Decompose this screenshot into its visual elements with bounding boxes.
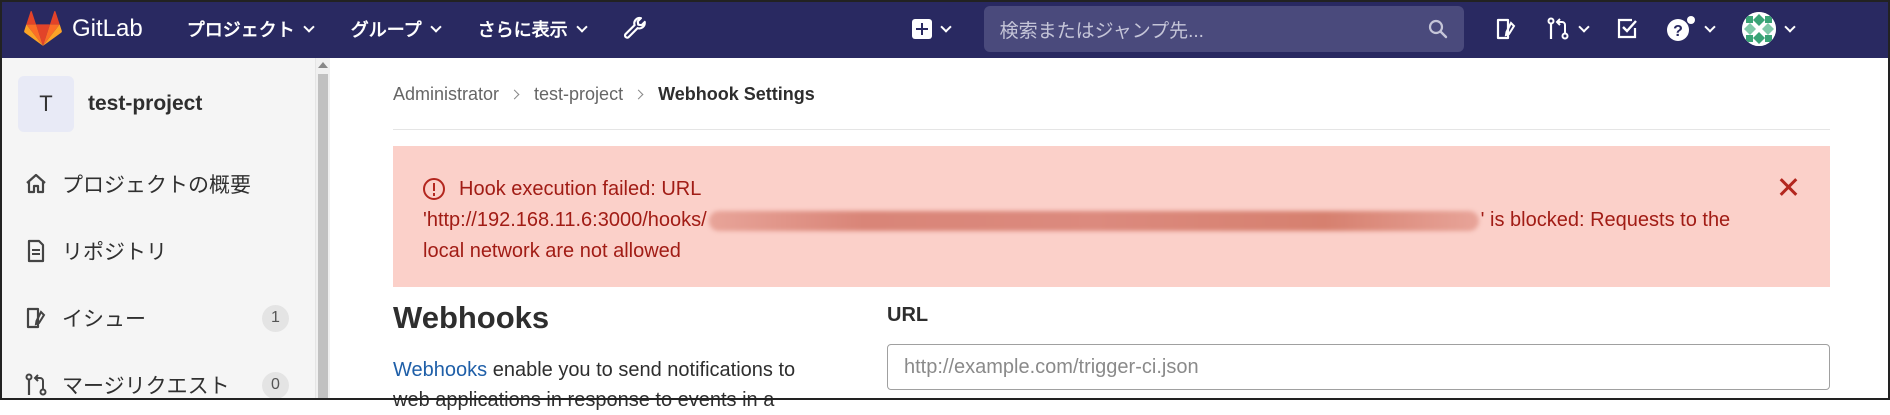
merge-requests-count-badge: 0 [262, 371, 289, 399]
merge-request-icon [25, 373, 47, 396]
top-navbar: GitLab プロジェクト グループ さらに表示 検索またはジャンプ先... ? [0, 0, 1890, 58]
help-dropdown[interactable]: ? [1666, 16, 1716, 42]
alert-url-prefix: 'http://192.168.11.6:3000/hooks/ [423, 209, 707, 231]
new-item-dropdown[interactable] [911, 19, 952, 39]
breadcrumb-item-current[interactable]: Webhook Settings [658, 84, 815, 105]
url-field-label: URL [887, 304, 929, 326]
wrench-icon [623, 16, 646, 39]
chevron-down-icon [575, 20, 588, 33]
issues-shortcut-button[interactable] [1494, 17, 1518, 41]
sidebar-item-project-overview[interactable]: プロジェクトの概要 [24, 169, 251, 199]
issues-icon [26, 307, 46, 329]
sidebar-item-issues[interactable]: イシュー 1 [24, 303, 316, 333]
gitlab-logo[interactable]: GitLab [24, 11, 143, 47]
scroll-up-arrow-icon[interactable] [318, 62, 328, 68]
nav-groups-dropdown[interactable]: グループ [350, 16, 442, 42]
alert-line1: Hook execution failed: URL [459, 178, 702, 200]
chevron-down-icon [1577, 20, 1590, 33]
chevron-down-icon [429, 20, 442, 33]
project-name: test-project [88, 92, 203, 115]
sidebar-project-header[interactable]: T test-project [0, 58, 315, 132]
breadcrumb-item-namespace[interactable]: Administrator [393, 84, 499, 105]
admin-area-button[interactable] [622, 16, 648, 42]
sidebar-item-label: リポジトリ [62, 241, 167, 264]
search-input[interactable]: 検索またはジャンプ先... [1000, 16, 1428, 43]
webhooks-heading: Webhooks [393, 300, 550, 335]
chevron-right-icon [633, 89, 644, 100]
nav-more-label: さらに表示 [477, 20, 568, 40]
url-input[interactable] [887, 344, 1830, 390]
chevron-down-icon [1783, 20, 1796, 33]
error-alert: Hook execution failed: URL 'http://192.1… [393, 146, 1830, 287]
help-question-icon: ? [1666, 16, 1695, 41]
nav-projects-dropdown[interactable]: プロジェクト [186, 16, 315, 42]
todo-checklist-icon [1617, 18, 1637, 39]
webhooks-doc-link[interactable]: Webhooks [393, 359, 487, 381]
chevron-down-icon [303, 20, 315, 33]
search-icon [1428, 19, 1447, 39]
document-icon [27, 239, 45, 263]
issues-count-badge: 1 [262, 304, 289, 332]
merge-request-icon [1547, 17, 1569, 40]
redacted-token [708, 210, 1479, 231]
nav-more-dropdown[interactable]: さらに表示 [477, 16, 588, 42]
breadcrumb: Administrator test-project Webhook Setti… [393, 84, 815, 105]
merge-requests-dropdown[interactable] [1546, 16, 1590, 42]
sidebar-item-label: イシュー [62, 308, 146, 331]
webhooks-description: Webhooks enable you to send notification… [393, 355, 833, 415]
gitlab-tanuki-icon [24, 11, 62, 46]
alert-message: Hook execution failed: URL 'http://192.1… [423, 174, 1753, 267]
sidebar-item-label: プロジェクトの概要 [62, 174, 251, 197]
plus-square-icon [911, 19, 932, 39]
sidebar-scrollbar-thumb[interactable] [318, 74, 328, 400]
chevron-down-icon [1703, 20, 1716, 33]
sidebar-item-repository[interactable]: リポジトリ [24, 236, 167, 266]
sidebar-item-label: マージリクエスト [62, 375, 230, 398]
user-menu-dropdown[interactable] [1741, 12, 1796, 46]
chevron-right-icon [509, 89, 520, 100]
issues-icon [1496, 18, 1515, 40]
close-icon[interactable] [1777, 176, 1799, 198]
user-avatar [1741, 12, 1776, 46]
breadcrumb-divider [393, 129, 1830, 130]
project-sidebar: T test-project プロジェクトの概要 リポジトリ イシュー 1 マー… [0, 58, 316, 400]
sidebar-item-merge-requests[interactable]: マージリクエスト 0 [24, 370, 316, 400]
app-name: GitLab [72, 15, 143, 42]
todos-button[interactable] [1616, 18, 1638, 40]
search-box[interactable]: 検索またはジャンプ先... [983, 6, 1464, 52]
home-icon [26, 173, 46, 194]
nav-groups-label: グループ [350, 20, 422, 40]
chevron-down-icon [939, 20, 952, 33]
nav-projects-label: プロジェクト [186, 20, 295, 40]
identicon-icon [1741, 12, 1776, 46]
svg-text:?: ? [1673, 23, 1683, 40]
breadcrumb-item-project[interactable]: test-project [534, 84, 623, 105]
project-avatar: T [18, 76, 74, 132]
